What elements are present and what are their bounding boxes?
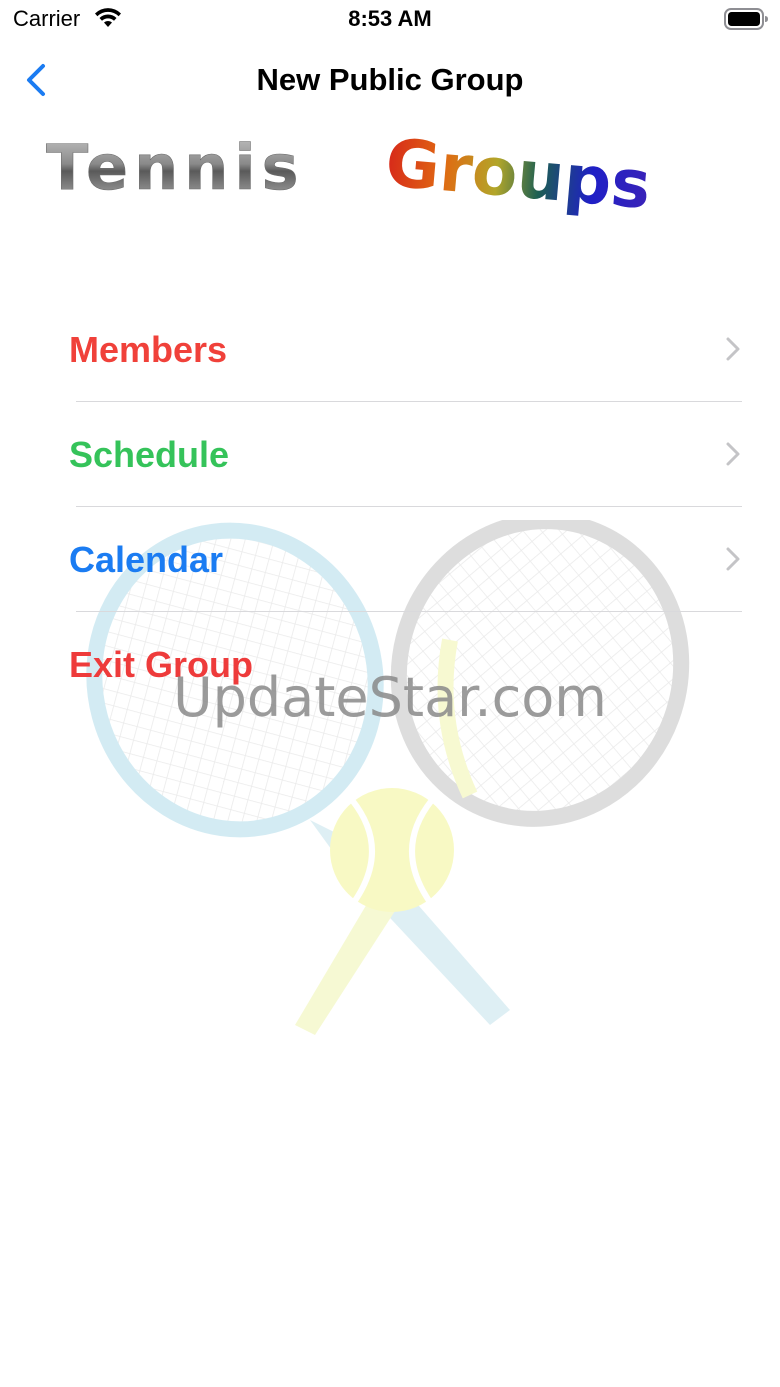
chevron-right-icon: [726, 337, 740, 361]
menu-item-members[interactable]: Members: [0, 297, 780, 402]
menu-item-calendar[interactable]: Calendar: [0, 507, 780, 612]
menu-item-schedule[interactable]: Schedule: [0, 402, 780, 507]
logo-word-tennis: Tennis: [46, 131, 305, 204]
menu-item-label: Calendar: [69, 539, 224, 580]
watermark: UpdateStar.com: [173, 666, 607, 729]
menu-item-label: Members: [69, 329, 228, 370]
tennis-ball: [330, 788, 454, 912]
menu-item-label: Schedule: [69, 434, 230, 475]
logo-word-groups: Groups: [383, 125, 654, 224]
tennis-groups-logo: Tennis Groups: [46, 125, 654, 224]
chevron-right-icon: [726, 442, 740, 466]
chevron-right-icon: [726, 547, 740, 571]
clock: 8:53 AM: [348, 6, 432, 31]
battery-icon: [724, 8, 768, 30]
group-menu: Members Schedule Calendar Exit Group: [0, 297, 780, 717]
navigation-bar: New Public Group: [0, 52, 780, 108]
status-bar: Carrier 8:53 AM: [0, 0, 780, 40]
page-title: New Public Group: [256, 62, 524, 97]
